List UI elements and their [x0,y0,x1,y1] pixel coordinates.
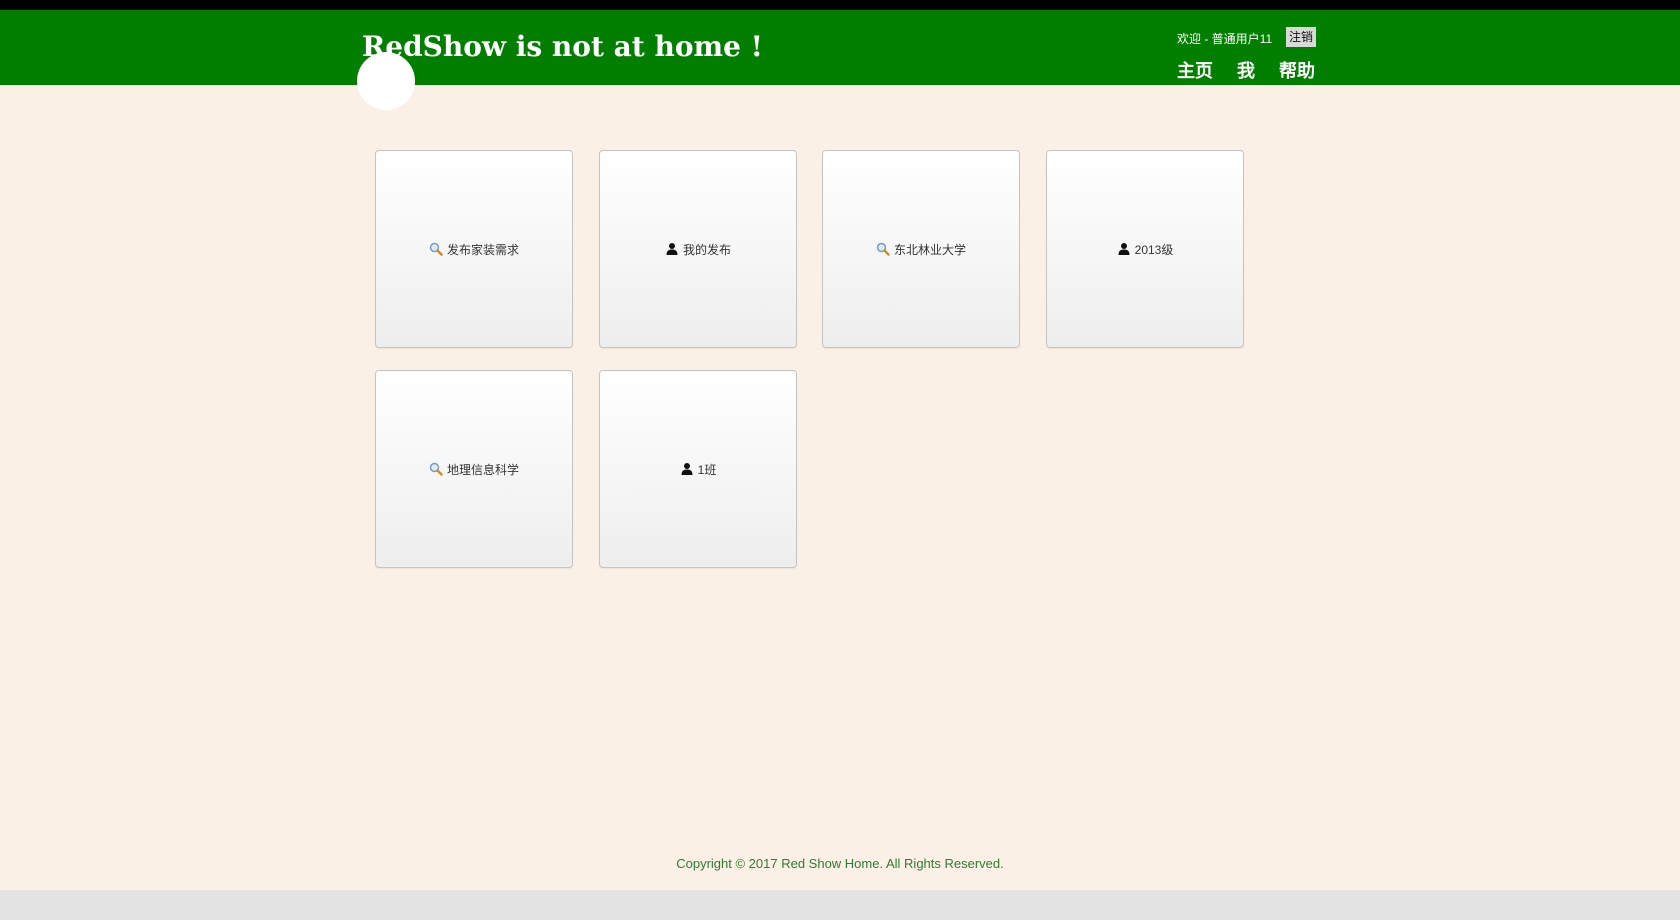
user-icon [666,243,678,255]
header-logo-circle [357,52,415,110]
nav-home[interactable]: 主页 [1177,57,1213,83]
tile-grade[interactable]: 2013级 [1046,150,1244,348]
site-title[interactable]: RedShow is not at home ! [362,30,763,63]
top-black-strip [0,0,1680,10]
tile-label: 东北林业大学 [893,242,966,257]
logout-button[interactable]: 注销 [1286,27,1317,47]
search-icon [876,242,890,256]
nav-me[interactable]: 我 [1237,57,1255,83]
tile-my-posts[interactable]: 我的发布 [599,150,797,348]
footer-copyright: Copyright © 2017 Red Show Home. All Righ… [676,856,1004,871]
search-icon [429,242,443,256]
user-icon [1118,243,1130,255]
tile-label: 1班 [697,462,717,477]
nav-help[interactable]: 帮助 [1279,57,1315,83]
tile-university[interactable]: 东北林业大学 [822,150,1020,348]
welcome-text: 欢迎 - 普通用户11 [1177,32,1273,46]
tile-label: 2013级 [1134,242,1174,257]
main-content: 发布家装需求 我的发布 东北林业大学 2013级 地理信息科学 1班 [0,52,1680,890]
tile-major[interactable]: 地理信息科学 [375,370,573,568]
tile-class[interactable]: 1班 [599,370,797,568]
tile-label: 我的发布 [682,242,731,257]
site-header: RedShow is not at home ! 欢迎 - 普通用户11 注销 … [0,10,1680,85]
user-icon [681,463,693,475]
tile-label: 地理信息科学 [446,462,519,477]
bottom-strip [0,890,1680,920]
tile-publish-request[interactable]: 发布家装需求 [375,150,573,348]
search-icon [429,462,443,476]
main-nav: 主页 我 帮助 [1177,57,1315,83]
tile-label: 发布家装需求 [446,242,519,257]
